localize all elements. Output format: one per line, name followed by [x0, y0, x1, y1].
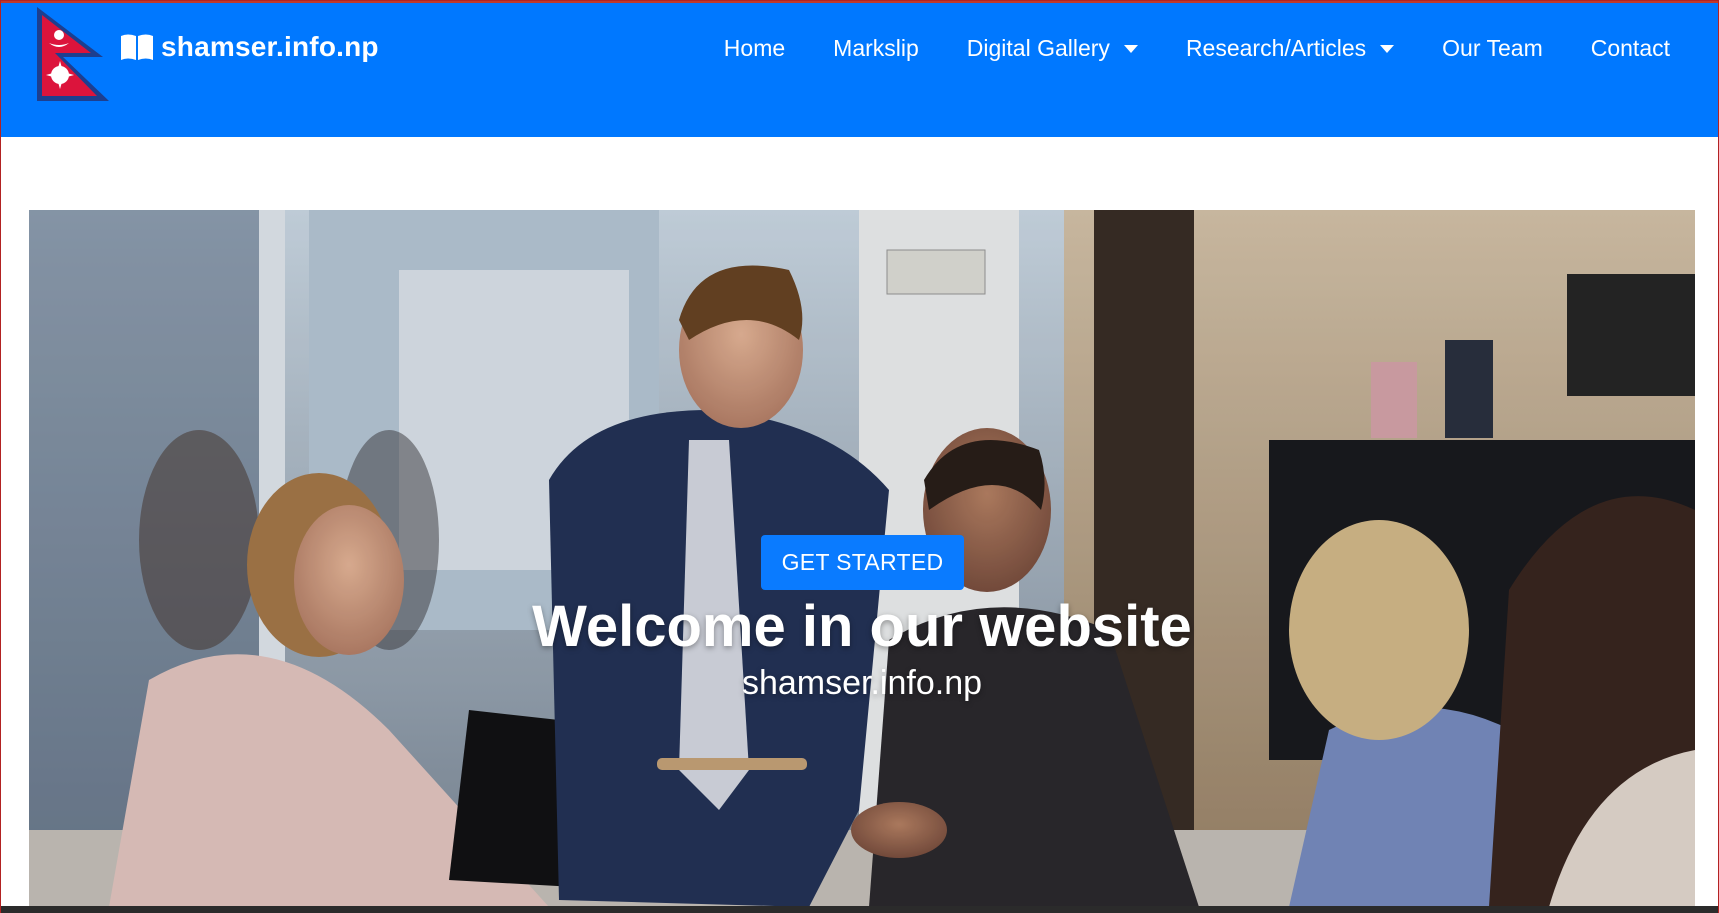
nav-home[interactable]: Home [700, 35, 809, 62]
nav-our-team-label: Our Team [1442, 35, 1543, 61]
page-bottom-edge [1, 906, 1718, 913]
nav-markslip[interactable]: Markslip [809, 35, 943, 62]
nav-markslip-label: Markslip [833, 35, 919, 61]
get-started-button[interactable]: GET STARTED [761, 535, 964, 590]
nav-contact-label: Contact [1590, 35, 1670, 61]
brand-name: shamser.info.np [161, 31, 379, 62]
nav-digital-gallery[interactable]: Digital Gallery [943, 35, 1162, 62]
hero-banner: GET STARTED Welcome in our website shams… [29, 210, 1695, 907]
book-icon [121, 34, 153, 60]
hero-subtitle: shamser.info.np [741, 664, 983, 702]
nav-research-articles[interactable]: Research/Articles [1162, 35, 1418, 62]
nav-menu: Home Markslip Digital Gallery Research/A… [700, 35, 1670, 62]
caret-down-icon [1123, 44, 1138, 53]
nav-contact[interactable]: Contact [1567, 35, 1670, 62]
nav-our-team[interactable]: Our Team [1418, 35, 1567, 62]
nav-digital-gallery-label: Digital Gallery [966, 35, 1110, 61]
brand-link[interactable]: shamser.info.np [119, 31, 379, 63]
nepal-flag-icon[interactable] [33, 5, 117, 105]
nav-home-label: Home [723, 35, 786, 61]
nav-research-articles-label: Research/Articles [1185, 35, 1367, 61]
hero-title: Welcome in our website [532, 594, 1192, 659]
caret-down-icon [1380, 44, 1395, 53]
top-navbar: shamser.info.np Home Markslip Digital Ga… [1, 1, 1718, 137]
